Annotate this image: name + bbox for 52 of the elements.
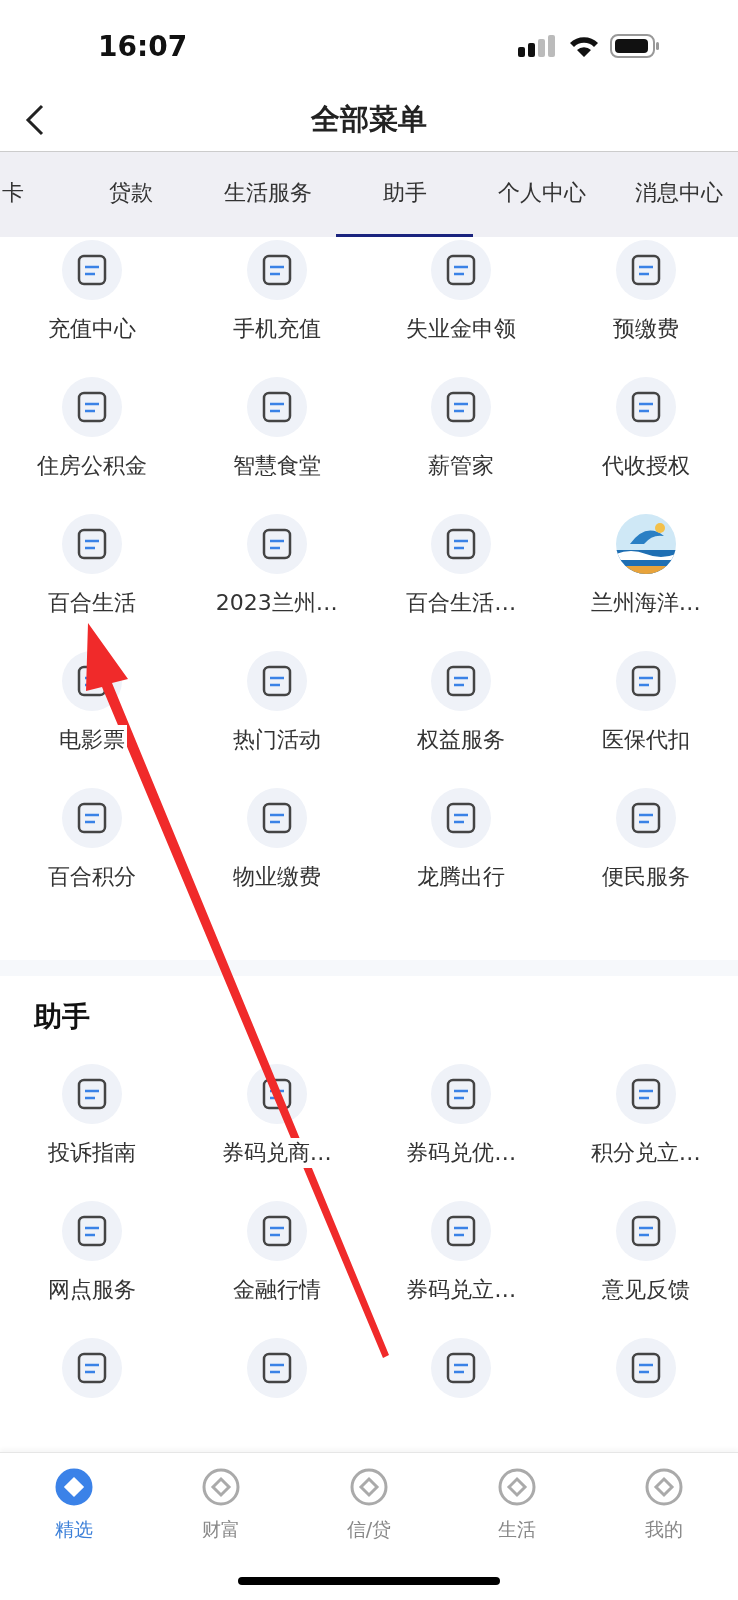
service-icon[interactable] xyxy=(615,1201,676,1261)
service-icon[interactable] xyxy=(62,1338,123,1398)
service-icon[interactable] xyxy=(431,514,492,574)
service-icon[interactable] xyxy=(431,651,492,711)
wifi-icon xyxy=(568,34,600,58)
nav-icon xyxy=(349,1467,389,1507)
service-icon[interactable] xyxy=(615,788,676,848)
service-icon[interactable] xyxy=(246,1338,307,1398)
service-icon[interactable] xyxy=(431,240,492,300)
section-title: 助手 xyxy=(33,999,91,1035)
service-icon[interactable] xyxy=(615,1064,676,1124)
service-icon[interactable] xyxy=(246,240,307,300)
nav-icon xyxy=(201,1467,242,1507)
service-icon[interactable] xyxy=(615,1338,676,1398)
service-icon[interactable] xyxy=(431,377,492,437)
page-title: 全部菜单 xyxy=(311,101,427,138)
service-icon[interactable] xyxy=(246,651,307,711)
service-icon[interactable] xyxy=(615,240,676,300)
service-icon[interactable] xyxy=(431,1338,492,1398)
nav-tab[interactable]: 信/贷 xyxy=(295,1453,443,1563)
battery-icon xyxy=(610,34,660,58)
nav-icon xyxy=(53,1467,94,1507)
category-tab[interactable]: 贷款 xyxy=(62,152,199,237)
category-tab[interactable]: 助手 xyxy=(336,152,473,237)
nav-tab[interactable]: 精选 xyxy=(0,1453,148,1563)
service-icon[interactable] xyxy=(246,788,307,848)
status-time: 16:07 xyxy=(98,29,188,63)
service-icon[interactable] xyxy=(246,1201,307,1261)
category-tab[interactable]: 个人中心 xyxy=(473,152,610,237)
nav-tab[interactable]: 生活 xyxy=(442,1453,591,1563)
service-icon[interactable] xyxy=(62,514,123,574)
nav-icon xyxy=(496,1467,537,1507)
nav-tab[interactable]: 我的 xyxy=(590,1453,738,1563)
service-icon[interactable] xyxy=(62,240,123,300)
category-tab[interactable]: 生活服务 xyxy=(199,152,336,237)
service-icon[interactable] xyxy=(615,651,676,711)
service-icon[interactable] xyxy=(615,377,676,437)
service-icon[interactable] xyxy=(62,377,123,437)
service-icon[interactable] xyxy=(246,514,307,574)
service-icon[interactable] xyxy=(62,1064,123,1124)
nav-tab[interactable]: 财富 xyxy=(147,1453,296,1563)
category-tab[interactable]: 卡 xyxy=(0,152,62,237)
back-icon[interactable] xyxy=(25,104,45,136)
category-tab[interactable]: 消息中心 xyxy=(610,152,738,237)
service-icon[interactable] xyxy=(431,788,492,848)
service-icon[interactable] xyxy=(62,1201,123,1261)
service-icon[interactable] xyxy=(431,1064,492,1124)
nav-icon xyxy=(644,1467,685,1507)
signal-icon xyxy=(518,35,558,57)
service-icon[interactable] xyxy=(431,1201,492,1261)
service-icon[interactable] xyxy=(62,788,123,848)
service-icon[interactable] xyxy=(246,377,307,437)
